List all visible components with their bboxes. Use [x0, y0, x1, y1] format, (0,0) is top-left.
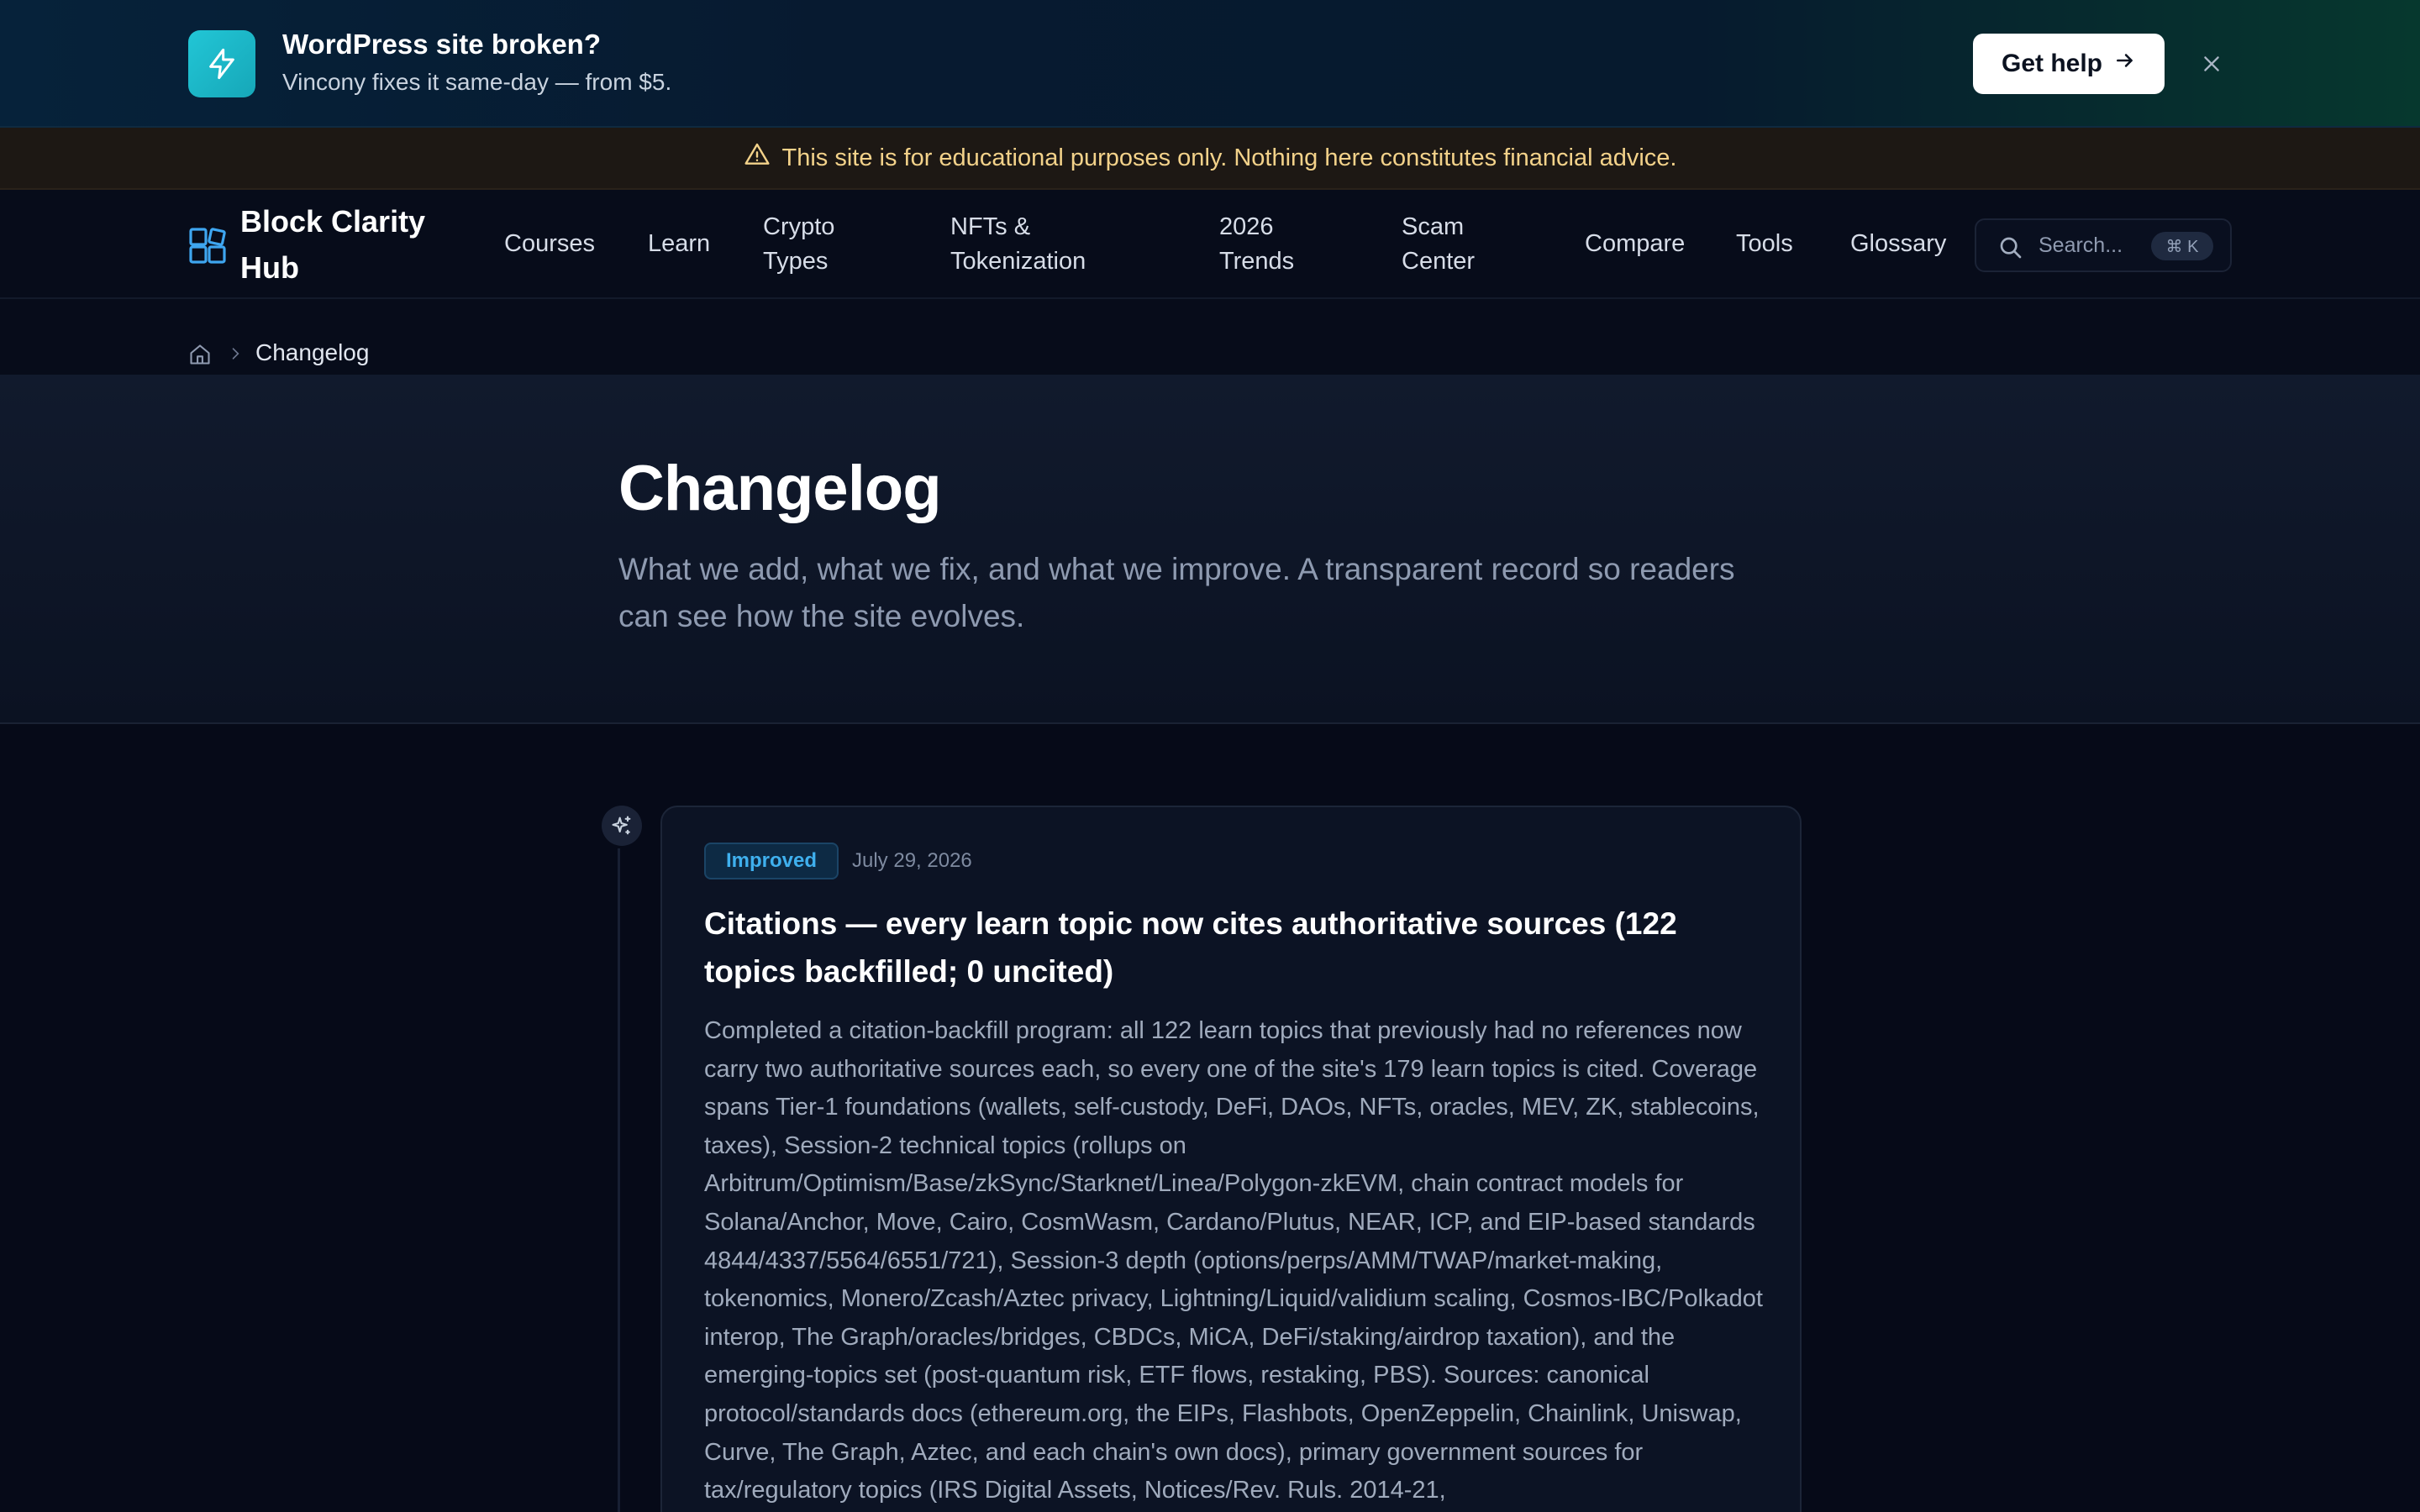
- warning-triangle-icon: [744, 141, 771, 175]
- page-title: Changelog: [618, 453, 942, 524]
- nav-item-nfts-tokenization[interactable]: NFTs & Tokenization: [950, 210, 1086, 279]
- nav-item-scam-center[interactable]: Scam Center: [1402, 210, 1475, 279]
- sparkles-icon: [602, 806, 642, 846]
- entry-body: Completed a citation-backfill program: a…: [704, 1017, 1763, 1504]
- search-shortcut-badge: ⌘ K: [2151, 232, 2213, 260]
- timeline-line: [618, 848, 620, 1512]
- nav-item-label: Tools: [1736, 230, 1793, 257]
- close-icon[interactable]: [2195, 45, 2228, 82]
- main-nav: Block Clarity Hub Courses Learn Crypto T…: [0, 190, 2420, 299]
- brand-name[interactable]: Block Clarity Hub: [240, 198, 459, 291]
- search-input[interactable]: Search... ⌘ K: [1975, 218, 2232, 272]
- nav-item-label: Scam: [1402, 213, 1465, 240]
- nav-item-label: Compare: [1585, 230, 1686, 257]
- page-header: Changelog What we add, what we fix, and …: [0, 375, 2420, 724]
- nav-item-glossary[interactable]: Glossary: [1850, 227, 1946, 261]
- nav-item-label: NFTs &: [950, 213, 1031, 240]
- search-icon: [1996, 234, 2023, 265]
- lightning-bolt-icon: [188, 30, 255, 97]
- brand-line-1: Block Clarity: [240, 204, 426, 239]
- nav-item-label: Tokenization: [950, 248, 1086, 275]
- brand-line-2: Hub: [240, 250, 299, 285]
- nav-item-label: Learn: [648, 230, 711, 257]
- disclaimer-bar: This site is for educational purposes on…: [0, 128, 2420, 190]
- nav-item-label: Glossary: [1850, 230, 1947, 257]
- nav-item-compare[interactable]: Compare: [1585, 227, 1685, 261]
- chevron-right-icon: [227, 345, 244, 366]
- nav-item-label: Crypto: [763, 213, 835, 240]
- nav-item-crypto-types[interactable]: Crypto Types: [763, 210, 834, 279]
- page-subtitle: What we add, what we fix, and what we im…: [618, 552, 1735, 633]
- status-badge: Improved: [704, 843, 839, 879]
- search-placeholder: Search...: [2039, 234, 2123, 257]
- home-icon[interactable]: [188, 343, 212, 370]
- changelog-entry: Improved July 29, 2026 Citations — every…: [660, 806, 1802, 1512]
- nav-item-learn[interactable]: Learn: [648, 227, 710, 261]
- logo-icon[interactable]: [188, 227, 227, 265]
- entry-date: July 29, 2026: [852, 849, 972, 872]
- nav-item-label: Types: [763, 248, 829, 275]
- entry-title: Citations — every learn topic now cites …: [704, 906, 1677, 989]
- nav-item-label: Center: [1402, 248, 1476, 275]
- arrow-right-icon: [2114, 50, 2136, 78]
- disclaimer-text: This site is for educational purposes on…: [781, 144, 1677, 171]
- promo-title: WordPress site broken?: [282, 29, 602, 60]
- promo-subtitle: Vincony fixes it same-day — from $5.: [282, 69, 672, 95]
- nav-item-tools[interactable]: Tools: [1736, 227, 1793, 261]
- get-help-button[interactable]: Get help: [1973, 34, 2165, 94]
- nav-item-label: 2026: [1219, 213, 1274, 240]
- nav-item-2026-trends[interactable]: 2026 Trends: [1219, 210, 1294, 279]
- nav-item-label: Courses: [504, 230, 595, 257]
- breadcrumb-current: Changelog: [255, 339, 370, 365]
- nav-item-courses[interactable]: Courses: [504, 227, 595, 261]
- promo-banner: WordPress site broken? Vincony fixes it …: [0, 0, 2420, 128]
- nav-item-label: Trends: [1219, 248, 1295, 275]
- breadcrumb: Changelog: [0, 299, 2420, 375]
- get-help-label: Get help: [2001, 50, 2102, 77]
